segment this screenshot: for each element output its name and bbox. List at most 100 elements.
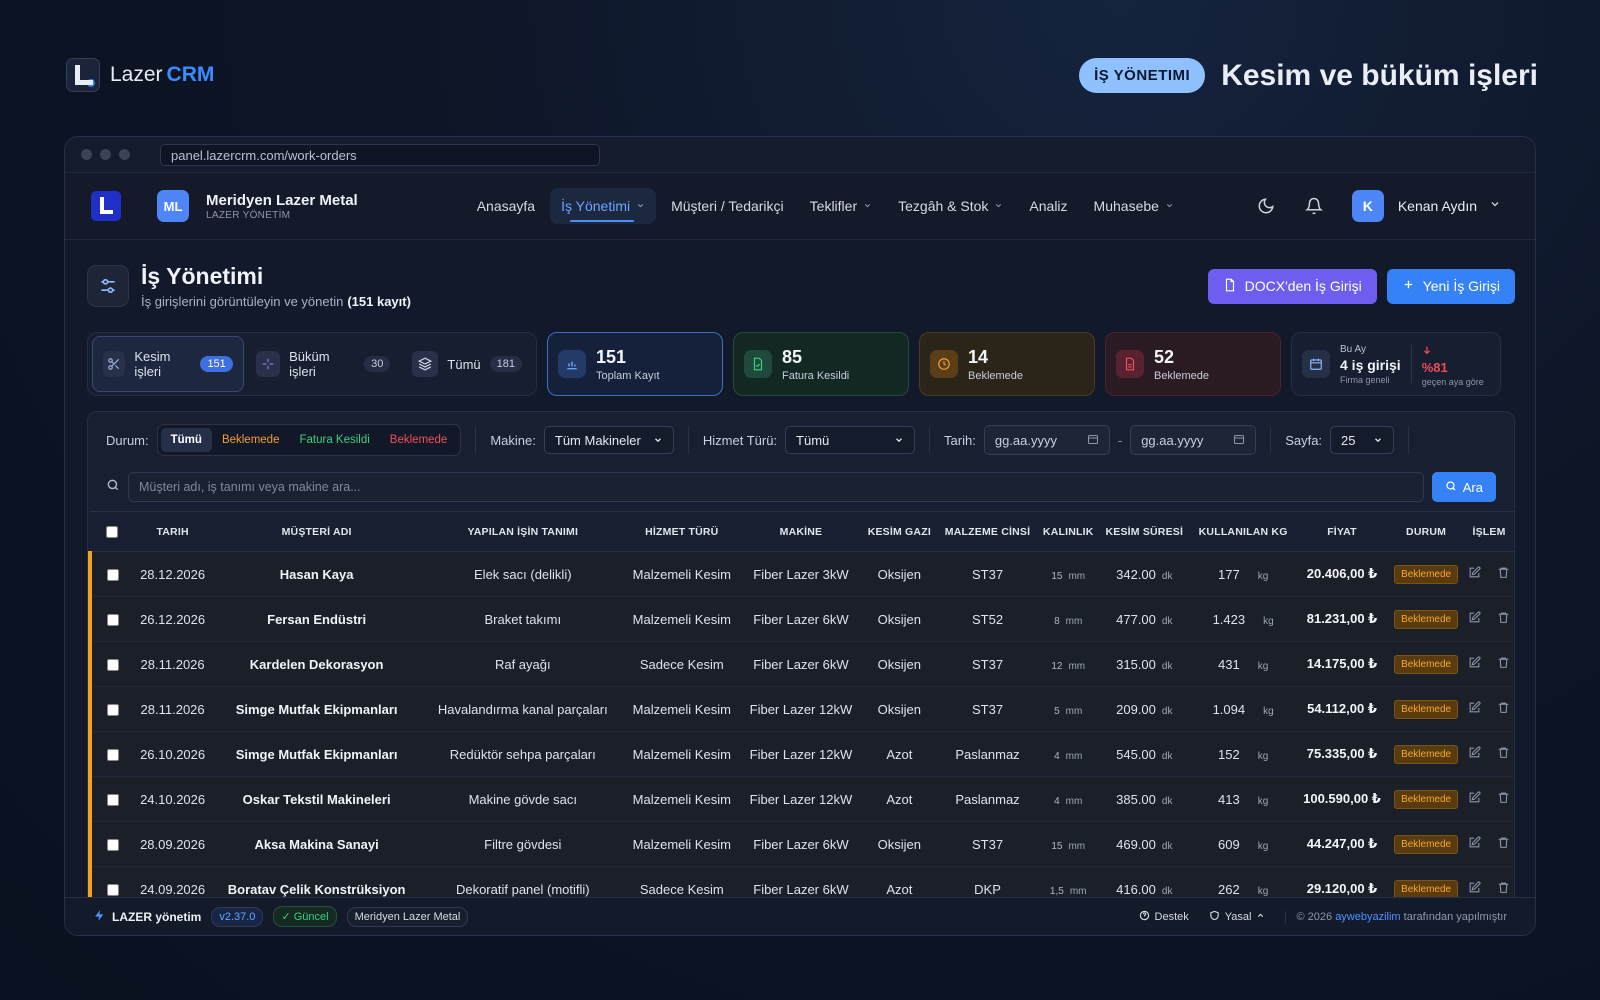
table-row[interactable]: 26.12.2026 Fersan Endüstri Braket takımı Ma…	[88, 596, 1514, 642]
row-select[interactable]	[88, 821, 134, 867]
row-checkbox[interactable]	[107, 839, 119, 852]
nav-item[interactable]: İş Yönetimi	[550, 188, 657, 224]
trash-icon[interactable]	[1497, 881, 1510, 897]
thickness: 4	[1054, 795, 1060, 807]
tab-bukum[interactable]: Büküm işleri 30	[246, 336, 401, 392]
trash-icon[interactable]	[1497, 701, 1510, 717]
window-dot-maximize[interactable]	[119, 149, 130, 160]
nav-item[interactable]: Anasayfa	[466, 188, 546, 224]
row-checkbox[interactable]	[107, 749, 119, 762]
column-header[interactable]: HİZMET TÜRÜ	[623, 511, 741, 552]
search-input[interactable]: Müşteri adı, iş tanımı veya makine ara..…	[128, 472, 1424, 502]
column-header[interactable]: YAPILAN İŞİN TANIMI	[422, 511, 624, 552]
page-size-select[interactable]: 25	[1330, 426, 1395, 454]
app-logo-icon[interactable]	[91, 191, 121, 221]
window-dot-close[interactable]	[81, 149, 92, 160]
status-option-pending[interactable]: Beklemede	[212, 428, 290, 452]
org-avatar[interactable]: ML	[157, 190, 189, 222]
table-row[interactable]: 24.10.2026 Oskar Tekstil Makineleri Makine…	[88, 776, 1514, 822]
edit-icon[interactable]	[1468, 836, 1481, 852]
tab-kesim[interactable]: Kesim işleri 151	[92, 336, 244, 392]
edit-icon[interactable]	[1468, 566, 1481, 582]
calendar-icon[interactable]	[1087, 433, 1099, 448]
tab-all[interactable]: Tümü 181	[402, 336, 532, 392]
chevron-down-icon[interactable]	[1489, 197, 1501, 215]
trash-icon[interactable]	[1497, 791, 1510, 807]
table-row[interactable]: 28.11.2026 Simge Mutfak Ekipmanları Havala…	[88, 686, 1514, 732]
stat-total[interactable]: 151 Toplam Kayıt	[547, 332, 723, 396]
table-row[interactable]: 28.11.2026 Kardelen Dekorasyon Raf ayağı Sa…	[88, 641, 1514, 687]
nav-item[interactable]: Muhasebe	[1083, 188, 1185, 224]
column-header[interactable]: DURUM	[1388, 511, 1465, 552]
row-select[interactable]	[88, 641, 134, 687]
moon-icon[interactable]	[1256, 196, 1276, 216]
edit-icon[interactable]	[1468, 791, 1481, 807]
column-header[interactable]: MÜŞTERİ ADI	[211, 511, 423, 552]
row-select[interactable]	[88, 551, 134, 597]
edit-icon[interactable]	[1468, 611, 1481, 627]
table-row[interactable]: 28.09.2026 Aksa Makina Sanayi Filtre gövde…	[88, 821, 1514, 867]
column-header[interactable]: FİYAT	[1295, 511, 1389, 552]
search-button[interactable]: Ara	[1431, 472, 1496, 502]
service-select[interactable]: Tümü	[785, 426, 916, 454]
nav-item[interactable]: Teklifler	[799, 188, 883, 224]
column-header[interactable]: TARIH	[134, 511, 212, 552]
table-row[interactable]: 28.12.2026 Hasan Kaya Elek sacı (delikli) M…	[88, 551, 1514, 597]
row-select[interactable]	[88, 776, 134, 822]
row-checkbox[interactable]	[107, 794, 119, 807]
bell-icon[interactable]	[1304, 196, 1324, 216]
nav-item[interactable]: Tezgâh & Stok	[887, 188, 1014, 224]
trash-icon[interactable]	[1497, 656, 1510, 672]
row-select[interactable]	[88, 731, 134, 777]
row-checkbox[interactable]	[107, 704, 119, 717]
column-header[interactable]: KALINLIK	[1038, 511, 1099, 552]
column-header[interactable]: KESİM GAZI	[861, 511, 937, 552]
address-bar[interactable]: panel.lazercrm.com/work-orders	[160, 143, 600, 166]
row-checkbox[interactable]	[107, 569, 119, 582]
nav-item[interactable]: Analiz	[1018, 188, 1078, 224]
column-header[interactable]: KULLANILAN KG	[1190, 511, 1296, 552]
window-dot-minimize[interactable]	[100, 149, 111, 160]
column-header[interactable]: İŞLEM	[1464, 511, 1514, 552]
trash-icon[interactable]	[1497, 611, 1510, 627]
price: 44.247,00 ₺	[1306, 836, 1378, 851]
column-header[interactable]: MALZEME CİNSİ	[936, 511, 1039, 552]
edit-icon[interactable]	[1468, 701, 1481, 717]
edit-icon[interactable]	[1468, 881, 1481, 897]
trash-icon[interactable]	[1497, 836, 1510, 852]
user-avatar[interactable]: K	[1351, 190, 1384, 222]
column-header[interactable]: KESİM SÜRESİ	[1098, 511, 1191, 552]
service-filter-label: Hizmet Türü:	[702, 432, 778, 448]
date-to-input[interactable]: gg.aa.yyyy	[1130, 425, 1257, 455]
nav-item[interactable]: Müşteri / Tedarikçi	[660, 188, 795, 224]
status-option-invoiced[interactable]: Fatura Kesildi	[289, 428, 379, 452]
status-badge: Beklemede	[1394, 654, 1459, 674]
date-from-input[interactable]: gg.aa.yyyy	[983, 425, 1110, 455]
stat-invoiced[interactable]: 85 Fatura Kesildi	[733, 332, 909, 396]
new-entry-button[interactable]: Yeni İş Girişi	[1386, 268, 1515, 304]
edit-icon[interactable]	[1468, 746, 1481, 762]
trash-icon[interactable]	[1497, 746, 1510, 762]
docx-import-button[interactable]: DOCX'den İş Girişi	[1207, 268, 1377, 304]
row-checkbox[interactable]	[107, 659, 119, 672]
cell-duration: 315.00 dk	[1098, 641, 1191, 687]
copyright-link[interactable]: aywebyazilim	[1335, 911, 1400, 923]
row-checkbox[interactable]	[107, 884, 119, 897]
status-option-all[interactable]: Tümü	[160, 428, 212, 452]
stat-pending[interactable]: 14 Beklemede	[919, 332, 1095, 396]
trash-icon[interactable]	[1497, 566, 1510, 582]
stat-pending-red[interactable]: 52 Beklemede	[1105, 332, 1281, 396]
row-select[interactable]	[88, 596, 134, 642]
table-row[interactable]: 26.10.2026 Simge Mutfak Ekipmanları Redükt…	[88, 731, 1514, 777]
user-name[interactable]: Kenan Aydın	[1398, 198, 1477, 214]
machine-select[interactable]: Tüm Makineler	[543, 426, 674, 454]
support-link[interactable]: Destek	[1139, 910, 1189, 924]
legal-link[interactable]: Yasal	[1209, 910, 1266, 924]
calendar-icon[interactable]	[1233, 433, 1245, 448]
status-option-pending-red[interactable]: Beklemede	[380, 428, 458, 452]
row-select[interactable]	[88, 686, 134, 732]
column-header[interactable]: MAKİNE	[740, 511, 862, 552]
edit-icon[interactable]	[1468, 656, 1481, 672]
select-all-checkbox[interactable]	[106, 525, 118, 538]
row-checkbox[interactable]	[107, 614, 119, 627]
